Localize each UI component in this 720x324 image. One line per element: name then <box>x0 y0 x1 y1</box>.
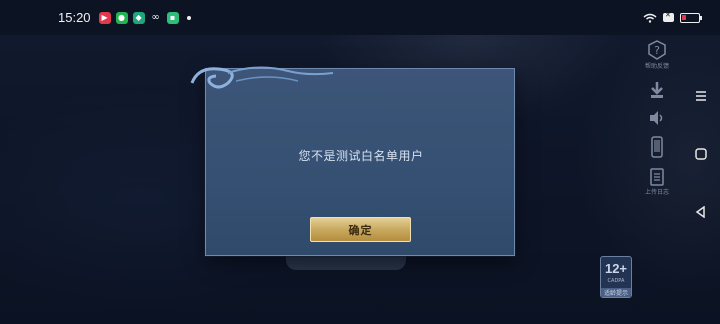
volume-button[interactable] <box>640 110 674 126</box>
video-app-icon: ▶ <box>98 11 111 24</box>
upload-label: 上传日志 <box>644 189 669 196</box>
link-icon: ∞ <box>151 12 160 23</box>
more-notifications-dot <box>186 15 191 20</box>
upload-log-button[interactable]: 上传日志 <box>640 168 674 196</box>
status-bar: 15:20 ▶ ● ◆ ∞ ▪ <box>0 0 720 35</box>
phone-button[interactable] <box>640 136 674 158</box>
chat-app-icon: ▪ <box>166 11 179 24</box>
help-label: 帮助反馈 <box>644 63 669 70</box>
clock: 15:20 <box>58 10 91 25</box>
android-nav-bar <box>690 90 712 218</box>
back-icon[interactable] <box>695 206 707 218</box>
download-icon <box>651 82 663 98</box>
cloud-ornament-icon <box>190 66 334 89</box>
alert-dialog: 您不是测试白名单用户 确定 <box>190 66 515 256</box>
battery-icon <box>680 12 702 23</box>
status-right <box>643 11 702 23</box>
dialog-message: 您不是测试白名单用户 <box>298 149 424 163</box>
help-icon: ? <box>648 40 666 60</box>
download-button[interactable] <box>640 80 674 100</box>
age-rating-org: CADPA <box>607 278 625 284</box>
recent-apps-icon[interactable] <box>695 90 707 102</box>
document-icon <box>650 168 664 186</box>
age-rating: 12+ <box>604 261 628 276</box>
phone-icon <box>651 136 663 158</box>
home-icon[interactable] <box>695 148 707 160</box>
side-toolbar: ? 帮助反馈 上传日志 <box>640 40 674 206</box>
confirm-button[interactable]: 确定 <box>310 217 411 242</box>
svg-text:?: ? <box>654 44 660 57</box>
volume-icon <box>650 111 663 125</box>
shield-app-icon: ◆ <box>132 11 145 24</box>
age-rating-badge: 12+ CADPA 适龄提示 <box>600 256 632 298</box>
wifi-icon <box>643 13 657 23</box>
no-sim-icon <box>663 11 674 22</box>
wechat-icon: ● <box>115 11 128 24</box>
age-rating-foot: 适龄提示 <box>601 288 631 297</box>
help-feedback-button[interactable]: ? 帮助反馈 <box>640 40 674 70</box>
